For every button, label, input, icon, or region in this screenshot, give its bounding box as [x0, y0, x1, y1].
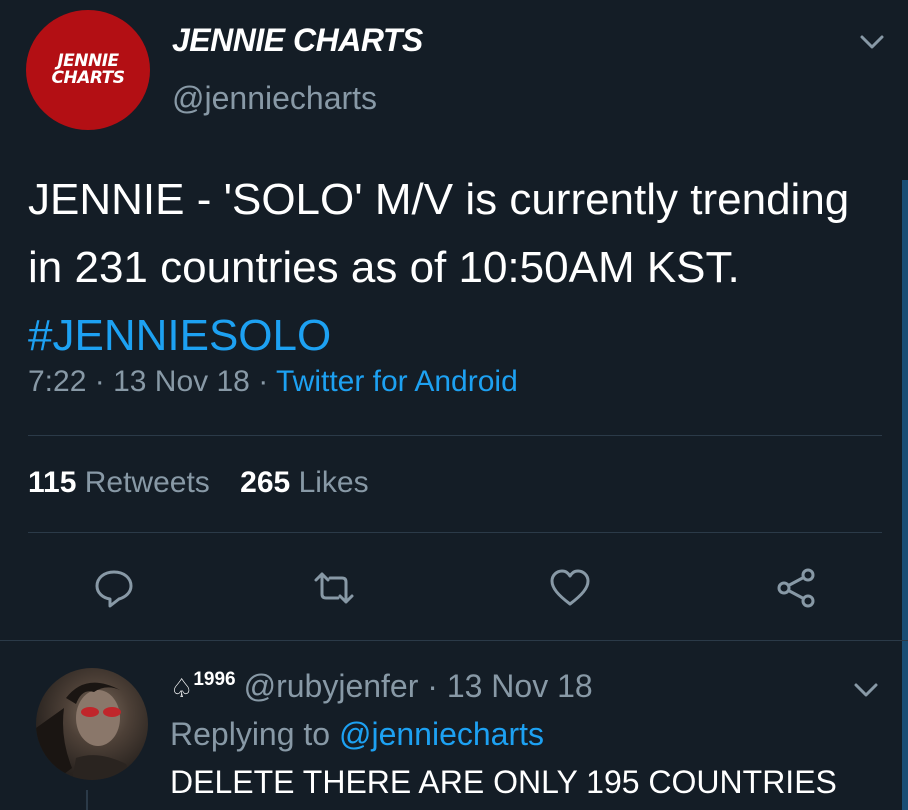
heart-icon[interactable] — [546, 564, 594, 612]
tweet-text: JENNIE - 'SOLO' M/V is currently trendin… — [28, 166, 868, 370]
tweet-time: 7:22 — [28, 365, 87, 398]
retweet-icon[interactable] — [310, 564, 358, 612]
avatar-text-line2: CHARTS — [51, 68, 125, 88]
meta-separator: · — [94, 365, 105, 398]
share-icon[interactable] — [772, 564, 820, 612]
tweet-source-link[interactable]: Twitter for Android — [276, 365, 518, 398]
user-handle[interactable]: @jenniecharts — [172, 80, 377, 117]
retweets-label: Retweets — [84, 466, 210, 499]
replying-to: Replying to @jenniecharts — [170, 716, 544, 753]
chevron-down-icon[interactable] — [856, 30, 888, 54]
divider — [28, 532, 882, 533]
reply-badge: 1996 — [193, 669, 236, 691]
tweet-body: JENNIE - 'SOLO' M/V is currently trendin… — [28, 175, 850, 292]
reply-handle[interactable]: @rubyjenfer — [244, 668, 419, 704]
reply-text: DELETE THERE ARE ONLY 195 COUNTRIES — [170, 764, 837, 800]
likes-count: 265 — [240, 466, 291, 499]
avatar[interactable]: JENNIE CHARTS — [26, 10, 150, 130]
scrollbar[interactable] — [902, 180, 908, 810]
reply-icon[interactable] — [90, 564, 138, 612]
replying-to-link[interactable]: @jenniecharts — [339, 716, 544, 752]
spade-icon: ♤ — [170, 673, 194, 703]
thread-line — [86, 790, 88, 810]
reply-header: ♤1996 @rubyjenfer · 13 Nov 18 — [170, 668, 593, 705]
tweet-meta: 7:22 · 13 Nov 18 · Twitter for Android — [28, 365, 518, 399]
tweet-date: 13 Nov 18 — [113, 365, 250, 398]
likes-label: Likes — [298, 466, 369, 499]
reply-avatar[interactable] — [36, 668, 148, 780]
retweets-stat[interactable]: 115 Retweets — [28, 466, 210, 499]
chevron-down-icon[interactable] — [850, 678, 882, 702]
divider — [28, 435, 882, 436]
replying-prefix: Replying to — [170, 716, 331, 752]
tweet-stats: 115 Retweets 265 Likes — [28, 466, 369, 500]
hashtag-link[interactable]: #JENNIESOLO — [28, 311, 331, 360]
meta-separator: · — [427, 668, 438, 704]
likes-stat[interactable]: 265 Likes — [240, 466, 368, 499]
reply-date: 13 Nov 18 — [446, 668, 593, 704]
divider — [0, 640, 908, 641]
retweets-count: 115 — [28, 466, 77, 499]
meta-separator: · — [258, 365, 269, 398]
display-name[interactable]: JENNIE CHARTS — [172, 22, 423, 59]
